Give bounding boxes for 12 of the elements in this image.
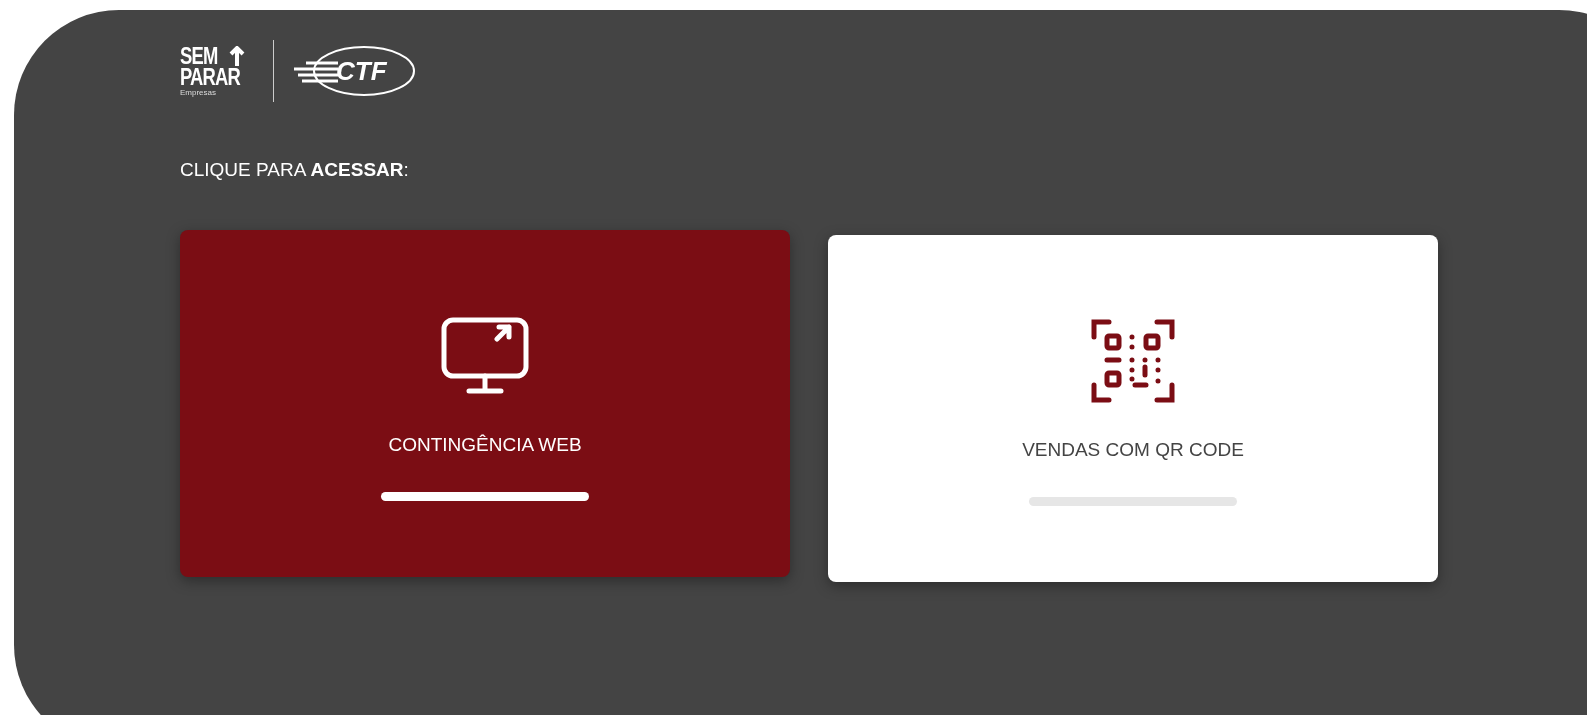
card-label: CONTINGÊNCIA WEB [388,434,582,456]
arrow-up-icon [228,46,245,66]
instruction-text: CLIQUE PARA ACESSAR: [180,159,410,181]
qr-code-icon [1091,319,1175,403]
logo-subtitle: Empresas [180,87,217,97]
logo-text: PARAR [180,66,241,88]
card-label: VENDAS COM QR CODE [1022,439,1244,461]
access-card[interactable]: VENDAS COM QR CODE [828,235,1438,582]
ctf-logo: CTF [292,43,417,99]
logo-text: SEM [180,45,218,67]
monitor-icon [441,317,529,395]
access-card[interactable]: CONTINGÊNCIA WEB [180,230,790,577]
